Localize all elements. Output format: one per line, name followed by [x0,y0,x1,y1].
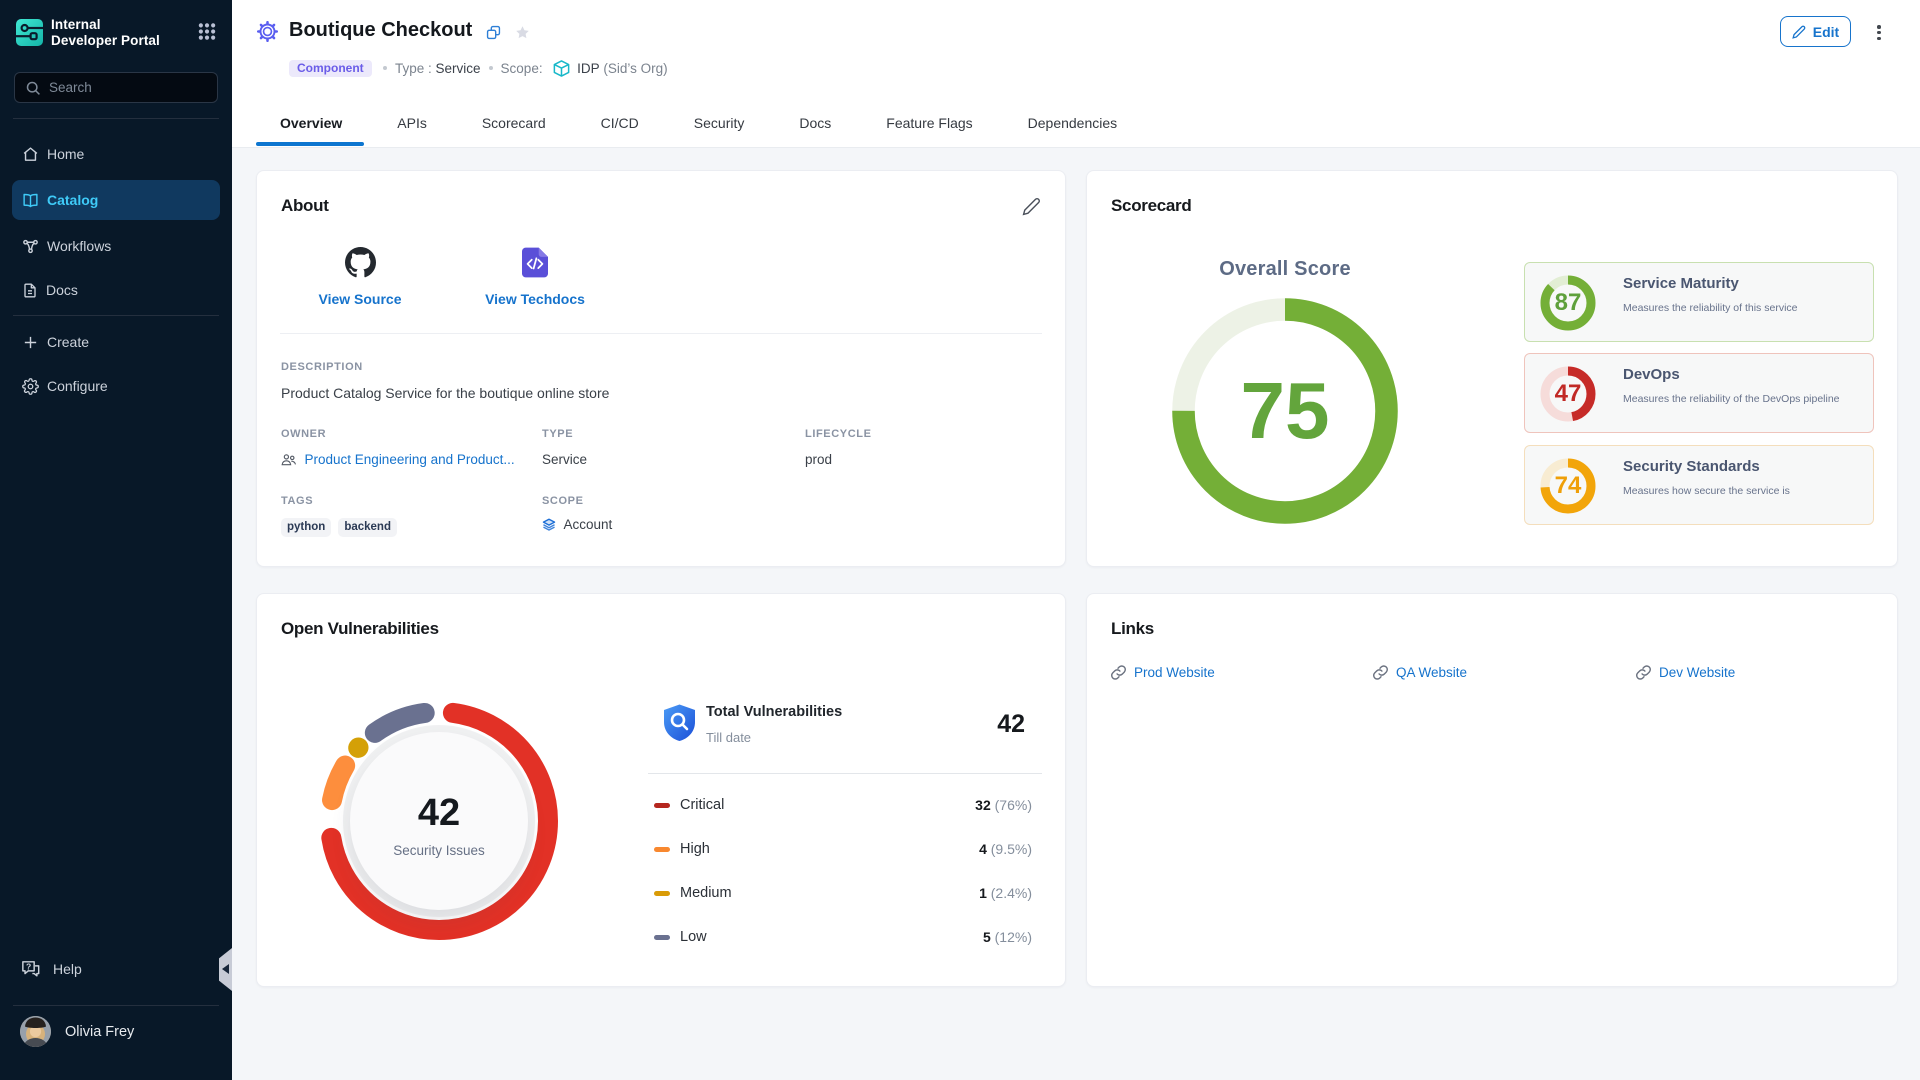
svg-text:?: ? [26,961,31,971]
